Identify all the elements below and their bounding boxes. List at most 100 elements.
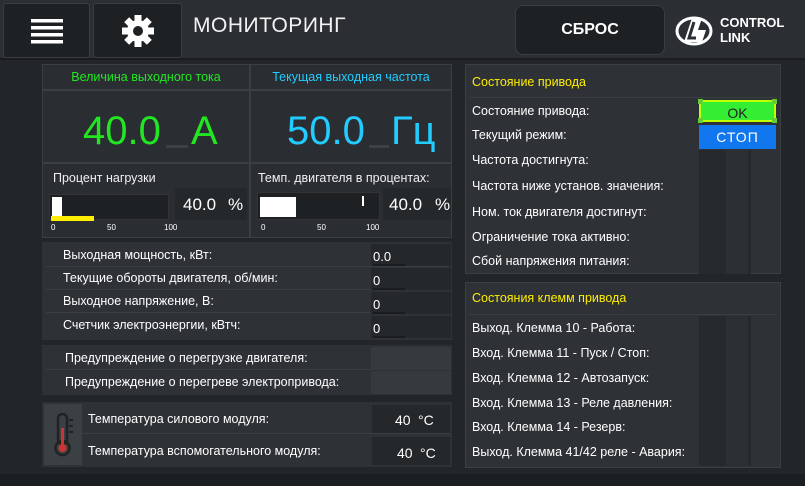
handle-tl — [698, 99, 703, 104]
hamburger-menu-icon — [30, 18, 63, 43]
nominal-current-label: Ном. ток двигателя достигнут: — [472, 205, 647, 219]
temp-power-label: Температура силового модуля: — [88, 412, 270, 426]
measurement-underline — [373, 288, 405, 290]
temp-aux-unit: °C — [420, 445, 436, 461]
current-display: 40.0 A — [42, 90, 250, 163]
load-bar-indicator — [51, 216, 94, 221]
load-cell: Процент нагрузки 0 50 100 40.0 % — [42, 163, 250, 238]
temp-power-unit: °C — [418, 412, 434, 428]
motor-temp-unit: % — [435, 195, 451, 214]
load-tick-0: 0 — [51, 223, 56, 232]
measurement-value-box: 0 — [371, 316, 451, 338]
motor-temp-tick-0: 0 — [261, 223, 266, 232]
measurement-value: 0 — [373, 297, 381, 312]
indicator-column-inner — [726, 150, 748, 274]
warning-overheat-label: Предупреждение о перегреве электропривод… — [65, 375, 340, 389]
drive-state-indicator-column — [699, 150, 751, 274]
logo-text: CONTROL LINK — [720, 15, 784, 45]
warning-overheat-indicator — [371, 371, 451, 394]
terminal-41-42-label: Выход. Клемма 41/42 реле - Авария: — [472, 445, 686, 459]
freq-reached-label: Частота достигнута: — [472, 153, 589, 167]
control-link-logo: CONTROL LINK — [672, 10, 797, 52]
logo-text-line2: LINK — [720, 30, 751, 45]
drive-state-status: OK — [727, 105, 748, 121]
load-tick-50: 50 — [107, 223, 116, 232]
reset-button[interactable]: СБРОС — [515, 5, 665, 55]
gear-icon — [121, 14, 154, 47]
current-separator — [166, 145, 188, 148]
current-header: Величина выходного тока — [42, 64, 250, 90]
terminals-indicator-inner — [726, 316, 748, 466]
measurement-label: Счетчик электроэнергии, кВтч: — [63, 317, 241, 332]
handle-bl — [698, 118, 703, 123]
logo-text-line1: CONTROL — [720, 15, 785, 30]
measurement-underline — [373, 264, 405, 266]
current-unit: A — [191, 109, 218, 153]
motor-temp-value-box: 40.0 % — [383, 188, 451, 220]
temp-aux-value: 40 — [397, 445, 413, 461]
motor-temp-tick-100: 100 — [366, 223, 380, 232]
drive-state-divider — [469, 97, 777, 98]
settings-button[interactable] — [93, 3, 182, 58]
warning-overload-label: Предупреждение о перегрузке двигателя: — [65, 350, 308, 365]
measurement-values: 0.0 0 0 0 — [371, 244, 451, 338]
motor-temp-label: Темп. двигателя в процентах: — [258, 171, 430, 185]
handle-br — [772, 118, 777, 123]
current-mode-status: СТОП — [716, 129, 759, 145]
current-mode-label: Текущий режим: — [472, 128, 567, 142]
bottom-strip — [0, 474, 805, 486]
handle-tr — [772, 99, 777, 104]
terminal-12-label: Вход. Клемма 12 - Автозапуск: — [472, 371, 650, 385]
measurement-value-box: 0 — [371, 268, 451, 290]
measurement-value: 0 — [373, 273, 381, 288]
thermometer-icon — [54, 412, 73, 456]
load-label: Процент нагрузки — [53, 171, 156, 185]
current-mode-indicator: СТОП — [699, 125, 776, 149]
terminals-indicator-column — [699, 316, 751, 466]
terminal-11-label: Вход. Клемма 11 - Пуск / Стоп: — [472, 346, 650, 360]
measurement-value: 0.0 — [373, 249, 392, 264]
current-limit-label: Ограничение тока активно: — [472, 230, 630, 244]
frequency-separator — [369, 145, 389, 148]
drive-state-label: Состояние привода: — [472, 104, 590, 118]
load-tick-100: 100 — [164, 223, 178, 232]
terminal-13-label: Вход. Клемма 13 - Реле давления: — [472, 396, 673, 410]
temp-aux-value-box: 40 °C — [372, 437, 450, 465]
measurement-label: Текущие обороты двигателя, об/мин: — [63, 271, 278, 285]
frequency-label: Текущая выходная частота — [272, 70, 430, 84]
measurement-label: Выходная мощность, кВт: — [63, 248, 213, 262]
drive-state-title: Состояние привода — [472, 75, 586, 89]
motor-temp-bar — [257, 192, 380, 220]
measurement-underline — [373, 312, 405, 314]
motor-temp-bar-fill — [260, 197, 296, 217]
terminals-title: Состояния клемм привода — [472, 291, 627, 305]
thermometer-tile — [44, 404, 82, 465]
measurement-value-box: 0.0 — [371, 244, 451, 266]
load-value-box: 40.0 % — [175, 188, 247, 220]
current-value: 40.0 — [83, 109, 161, 153]
motor-temp-tick-50: 50 — [317, 223, 326, 232]
measurement-value-box: 0 — [371, 292, 451, 314]
drive-state-ok-indicator: OK — [698, 99, 777, 123]
load-bar-fill — [52, 197, 62, 217]
motor-temp-marker — [362, 196, 364, 206]
frequency-display: 50.0 Гц — [250, 90, 452, 163]
measurement-label: Выходное напряжение, В: — [63, 294, 214, 308]
current-label: Величина выходного тока — [71, 70, 221, 84]
frequency-header: Текущая выходная частота — [250, 64, 452, 90]
page-title: МОНИТОРИНГ — [193, 14, 346, 37]
motor-temp-cell: Темп. двигателя в процентах: 0 50 100 40… — [250, 163, 452, 238]
freq-below-label: Частота ниже установ. значения: — [472, 179, 664, 193]
warning-overload-indicator — [371, 347, 451, 370]
measurement-underline — [373, 336, 405, 338]
load-bar — [49, 194, 169, 221]
terminal-14-label: Вход. Клемма 14 - Резерв: — [472, 420, 626, 434]
menu-button[interactable] — [3, 3, 90, 58]
measurement-value: 0 — [373, 321, 381, 336]
temp-power-value: 40 — [395, 412, 411, 428]
temp-power-value-box: 40 °C — [372, 405, 450, 433]
load-value: 40.0 — [183, 195, 217, 214]
load-unit: % — [228, 195, 244, 214]
frequency-value: 50.0 — [287, 109, 365, 153]
terminals-divider — [469, 314, 777, 315]
